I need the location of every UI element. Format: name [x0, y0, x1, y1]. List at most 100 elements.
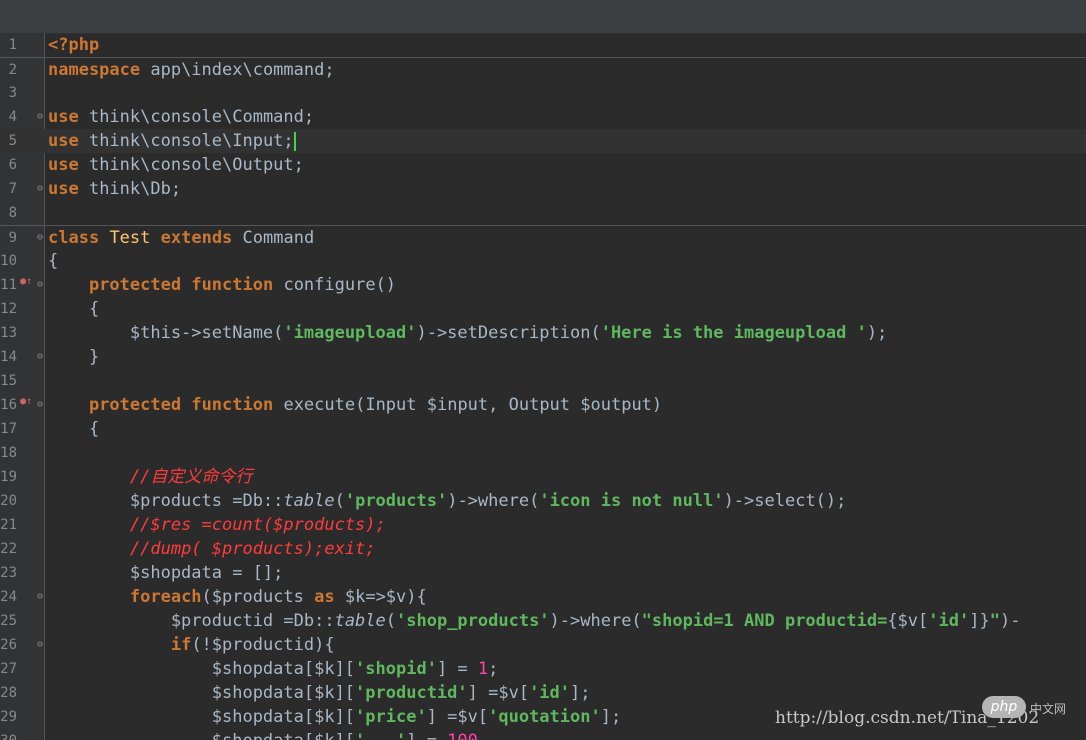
line-number: 19 [0, 469, 17, 485]
code-token: ( [334, 491, 345, 511]
code-token: 'products' [344, 491, 448, 511]
code-text: $this->setName('imageupload')->setDescri… [48, 321, 887, 345]
code-token: ); [866, 323, 888, 343]
code-line[interactable]: 2 namespace app\index\command; [0, 57, 1086, 82]
code-line[interactable]: 14 ⊖ } [0, 345, 1086, 369]
code-token: $productid =Db:: [48, 611, 335, 631]
code-token: { [48, 251, 59, 271]
line-number: 30 [0, 729, 17, 740]
code-text: { [48, 249, 58, 273]
code-line[interactable]: 23 $shopdata = []; [0, 561, 1086, 585]
code-text: use think\Db; [48, 177, 181, 201]
code-token: protected [88, 395, 182, 415]
code-line[interactable]: 25 $productid =Db::table('shop_products'… [0, 609, 1086, 633]
code-text: protected function execute(Input $input,… [48, 393, 662, 417]
override-method-icon[interactable]: ●↑ [20, 396, 32, 408]
code-line[interactable]: 8 [0, 201, 1086, 225]
fold-toggle-icon[interactable]: ⊖ [37, 351, 43, 363]
code-token: 'shop_products' [396, 611, 550, 631]
code-text: <?php [48, 33, 99, 57]
code-line[interactable]: 22 //dump( $products);exit; [0, 537, 1086, 561]
code-token: //$res =count($products); [129, 515, 386, 535]
code-line[interactable]: 16 ●↑ ⊖ protected function execute(Input $… [0, 393, 1086, 417]
code-text: //自定义命令行 [48, 465, 252, 489]
code-line[interactable]: 18 [0, 441, 1086, 465]
fold-toggle-icon[interactable]: ⊖ [37, 639, 43, 651]
code-line[interactable]: 10 { [0, 249, 1086, 273]
line-number: 9 [8, 230, 17, 246]
line-number: 28 [0, 685, 17, 701]
code-token: { [48, 299, 100, 319]
code-token: <?php [48, 35, 100, 55]
code-line[interactable]: 6 use think\console\Output; [0, 153, 1086, 177]
fold-toggle-icon[interactable]: ⊖ [37, 111, 43, 123]
code-line[interactable]: 30 $shopdata[$k]['...'] = 100 [0, 729, 1086, 740]
code-line[interactable]: 3 [0, 81, 1086, 105]
code-token: ; [488, 659, 499, 679]
fold-toggle-icon[interactable]: ⊖ [37, 279, 43, 291]
code-editor[interactable]: 1 <?php 2 namespace app\index\command; 3 4 ⊖ us… [0, 33, 1086, 740]
code-token: 1 [477, 659, 489, 679]
code-token: use [48, 155, 79, 175]
code-token: ] =$v[ [426, 707, 489, 727]
code-line[interactable]: 11 ●↑ ⊖ protected function configure() [0, 273, 1086, 297]
code-token: } [48, 347, 100, 367]
code-token: use [48, 131, 79, 151]
code-line[interactable]: 24 ⊖ foreach($products as $k=>$v){ [0, 585, 1086, 609]
code-token: Test [109, 228, 151, 248]
code-token: 'shopid' [355, 659, 437, 679]
code-token: ] = [406, 731, 447, 740]
line-number: 22 [0, 541, 17, 557]
fold-toggle-icon[interactable]: ⊖ [37, 232, 43, 244]
code-token: use [48, 179, 79, 199]
code-line[interactable]: 13 $this->setName('imageupload')->setDes… [0, 321, 1086, 345]
code-line[interactable]: 26 ⊖ if(!$productid){ [0, 633, 1086, 657]
text-caret [293, 131, 296, 151]
line-number: 12 [0, 301, 17, 317]
code-line[interactable]: 5 use think\console\Input; [0, 129, 1086, 153]
code-line[interactable]: 21 //$res =count($products); [0, 513, 1086, 537]
watermark-cn-text: 中文网 [1030, 702, 1067, 716]
code-line[interactable]: 4 ⊖ use think\console\Command; [0, 105, 1086, 129]
code-text: $productid =Db::table('shop_products')->… [48, 609, 1021, 633]
code-token: as [314, 587, 335, 607]
code-line[interactable]: 17 { [0, 417, 1086, 441]
line-number: 15 [0, 373, 17, 389]
code-token: 'Here is the imageupload ' [600, 323, 867, 343]
fold-toggle-icon[interactable]: ⊖ [37, 399, 43, 411]
code-line[interactable]: 1 <?php [0, 33, 1086, 57]
code-text: $shopdata[$k]['productid'] =$v['id']; [48, 681, 591, 705]
code-token: $products =Db:: [48, 491, 284, 511]
code-line[interactable]: 7 ⊖ use think\Db; [0, 177, 1086, 201]
code-text: use think\console\Command; [48, 105, 314, 129]
line-number: 26 [0, 637, 17, 653]
code-token: $shopdata[$k][ [48, 659, 356, 679]
line-number: 27 [0, 661, 17, 677]
code-line[interactable]: 15 [0, 369, 1086, 393]
code-token: ($products [201, 587, 315, 607]
override-method-icon[interactable]: ●↑ [20, 276, 32, 288]
code-token: table [283, 491, 335, 511]
code-text: protected function configure() [48, 273, 396, 297]
fold-toggle-icon[interactable]: ⊖ [37, 183, 43, 195]
line-number: 1 [8, 37, 17, 53]
code-line[interactable]: 9 ⊖ class Test extends Command [0, 225, 1086, 250]
code-line[interactable]: 19 //自定义命令行 [0, 465, 1086, 489]
code-line[interactable]: 28 $shopdata[$k]['productid'] =$v['id']; [0, 681, 1086, 705]
code-token: 100 [447, 731, 478, 740]
code-text: $shopdata = []; [48, 561, 284, 585]
code-token: Command [232, 228, 315, 248]
code-text: class Test extends Command [48, 226, 314, 250]
code-line[interactable]: 27 $shopdata[$k]['shopid'] = 1; [0, 657, 1086, 681]
code-line[interactable]: 20 $products =Db::table('products')->whe… [0, 489, 1086, 513]
code-token: )->setDescription( [416, 323, 601, 343]
fold-toggle-icon[interactable]: ⊖ [37, 591, 43, 603]
code-token: table [334, 611, 386, 631]
code-token: ( [385, 611, 397, 631]
code-line[interactable]: 12 { [0, 297, 1086, 321]
